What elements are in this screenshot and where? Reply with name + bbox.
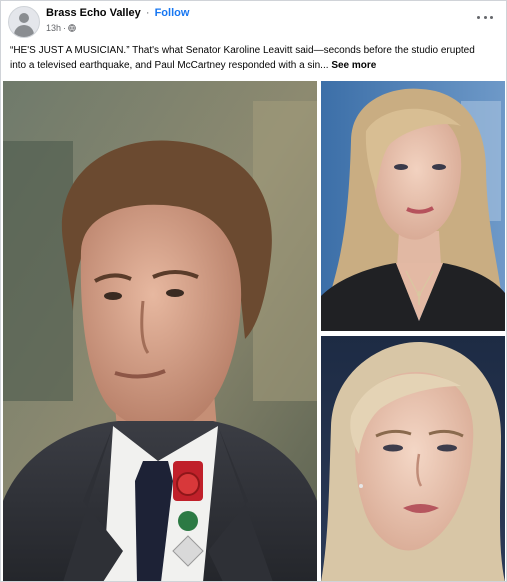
facebook-post: Brass Echo Valley · Follow 13h · “HE'S J… bbox=[0, 0, 507, 582]
photo-woman-top[interactable] bbox=[321, 81, 505, 331]
more-horizontal-icon[interactable] bbox=[477, 13, 493, 21]
post-meta: Brass Echo Valley · Follow 13h · bbox=[46, 7, 189, 34]
caption-text: “HE'S JUST A MUSICIAN.” That's what Sena… bbox=[10, 45, 475, 71]
page-name[interactable]: Brass Echo Valley bbox=[46, 7, 141, 19]
follow-button[interactable]: Follow bbox=[155, 7, 190, 19]
see-more-link[interactable]: See more bbox=[331, 60, 376, 71]
page-avatar[interactable] bbox=[8, 6, 40, 38]
post-timestamp[interactable]: 13h bbox=[46, 22, 61, 34]
post-caption: “HE'S JUST A MUSICIAN.” That's what Sena… bbox=[10, 43, 480, 73]
photo-woman-bottom[interactable] bbox=[321, 336, 505, 582]
photo-man-suit[interactable] bbox=[3, 81, 317, 582]
post-header: Brass Echo Valley · Follow 13h · bbox=[8, 6, 499, 38]
name-separator: · bbox=[145, 7, 150, 19]
media-grid bbox=[3, 81, 505, 582]
time-separator: · bbox=[63, 23, 67, 33]
globe-icon bbox=[68, 24, 76, 32]
